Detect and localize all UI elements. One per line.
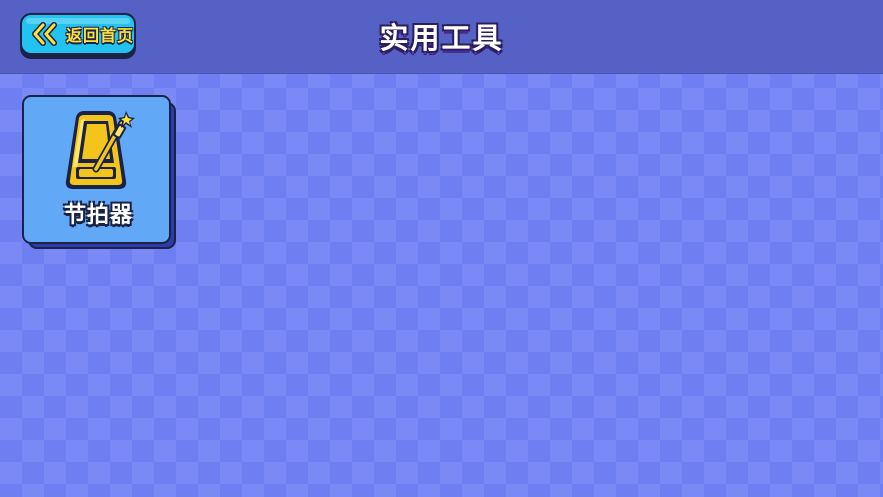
page-title: 实用工具 (379, 21, 504, 55)
tool-card-label: 节拍器 (63, 203, 133, 228)
card-face: 节拍器 (22, 95, 171, 244)
tool-card-metronome[interactable]: 节拍器 (22, 95, 176, 249)
metronome-icon (65, 111, 135, 189)
top-bar: 返回首页 实用工具 (0, 0, 883, 74)
